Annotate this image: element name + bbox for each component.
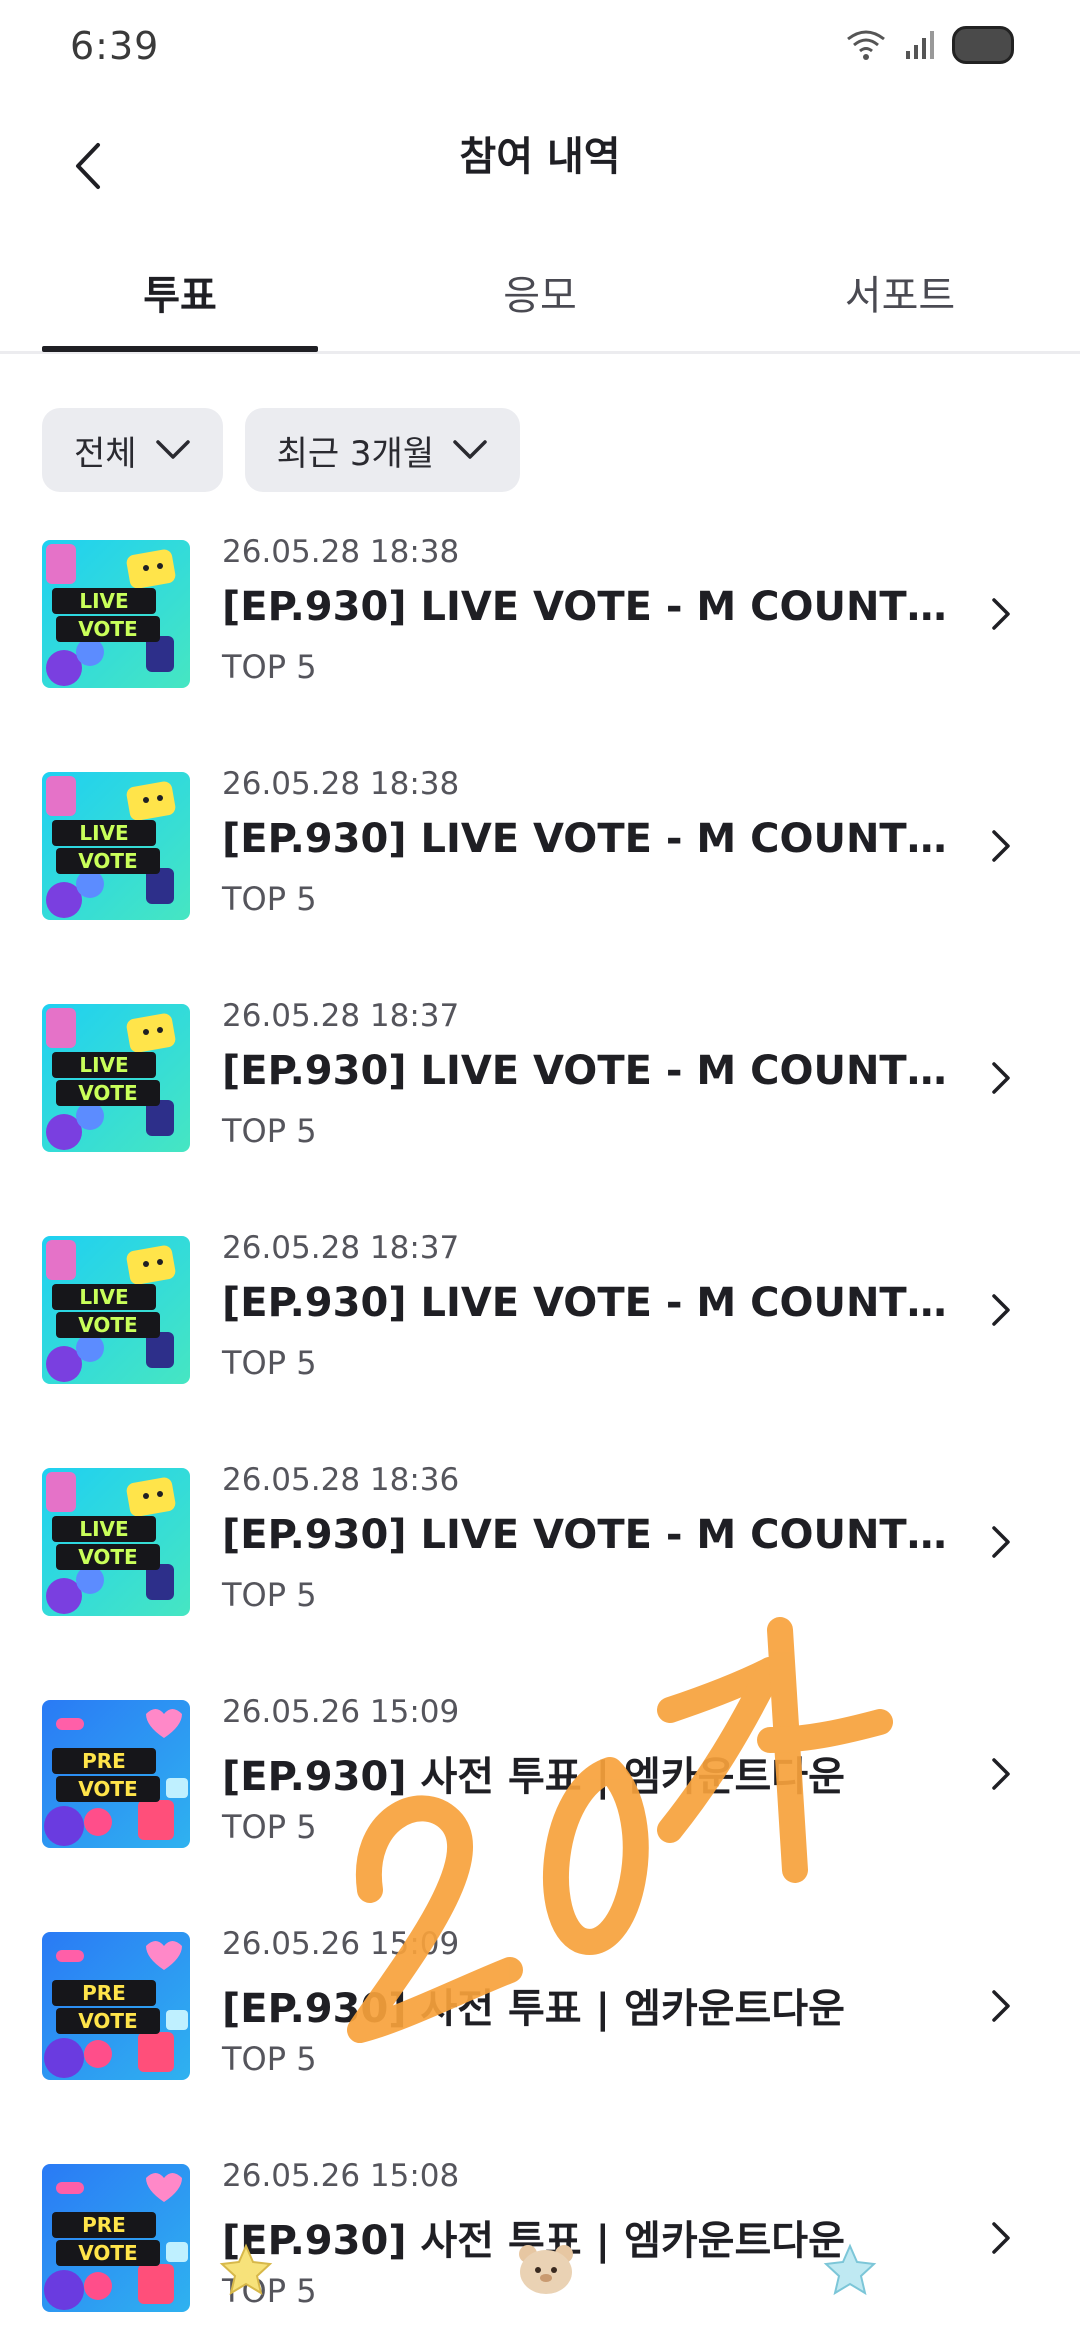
item-date: 26.05.28 18:36 (222, 1462, 460, 1498)
page-title: 참여 내역 (459, 134, 621, 180)
thumbnail-label: PRE (82, 1981, 126, 2005)
list-item[interactable]: LIVE VOTE 26.05.28 18:36 [EP.930] LIVE V… (0, 1446, 1080, 1678)
thumbnail-label: PRE (82, 2213, 126, 2237)
item-title: [EP.930] LIVE VOTE - M COUNTDO... (222, 584, 952, 630)
status-icons (846, 26, 1014, 64)
thumbnail-label: VOTE (78, 1777, 137, 1801)
item-date: 26.05.26 15:09 (222, 1926, 460, 1962)
live-vote-thumbnail: LIVE VOTE (42, 1468, 190, 1616)
list-item[interactable]: LIVE VOTE 26.05.28 18:38 [EP.930] LIVE V… (0, 750, 1080, 982)
signal-icon (906, 31, 934, 59)
item-title: [EP.930] 사전 투표 | 엠카운트다운 (222, 1754, 845, 1800)
chevron-right-icon (992, 1990, 1010, 2022)
item-rank: TOP 5 (222, 2040, 317, 2078)
pre-vote-thumbnail: PRE VOTE (42, 1932, 190, 2080)
chevron-right-icon (992, 1294, 1010, 1326)
thumbnail-label: VOTE (78, 849, 137, 873)
list-item[interactable]: LIVE VOTE 26.05.28 18:37 [EP.930] LIVE V… (0, 1214, 1080, 1446)
thumbnail-label: VOTE (78, 1313, 137, 1337)
thumbnail-label: LIVE (79, 1517, 128, 1541)
thumbnail-label: VOTE (78, 1545, 137, 1569)
tab-support[interactable]: 서포트 (762, 230, 1038, 354)
tab-indicator (42, 346, 318, 352)
chevron-down-icon (453, 440, 487, 459)
thumbnail-label: VOTE (78, 1081, 137, 1105)
chevron-right-icon (992, 1062, 1010, 1094)
item-date: 26.05.28 18:37 (222, 998, 460, 1034)
item-title: [EP.930] LIVE VOTE - M COUNTDO... (222, 1512, 952, 1558)
bear-icon[interactable] (514, 2240, 578, 2296)
vote-history-list: LIVE VOTE 26.05.28 18:38 [EP.930] LIVE V… (0, 518, 1080, 2340)
tab-vote[interactable]: 투표 (42, 230, 318, 354)
chevron-down-icon (155, 440, 190, 459)
app-header: 참여 내역 (0, 96, 1080, 246)
item-title: [EP.930] LIVE VOTE - M COUNTDO... (222, 816, 952, 862)
live-vote-thumbnail: LIVE VOTE (42, 772, 190, 920)
filter-category-label: 전체 (74, 433, 137, 474)
item-date: 26.05.28 18:37 (222, 1230, 460, 1266)
filter-category-dropdown[interactable]: 전체 (42, 408, 223, 492)
item-date: 26.05.26 15:09 (222, 1694, 460, 1730)
item-rank: TOP 5 (222, 1808, 317, 1846)
item-date: 26.05.28 18:38 (222, 766, 460, 802)
filter-period-label: 최근 3개월 (276, 433, 435, 474)
thumbnail-label: VOTE (78, 617, 137, 641)
item-date: 26.05.28 18:38 (222, 534, 460, 570)
item-rank: TOP 5 (222, 648, 317, 686)
chevron-right-icon (992, 598, 1010, 630)
item-date: 26.05.26 15:08 (222, 2158, 460, 2194)
list-item[interactable]: PRE VOTE 26.05.26 15:09 [EP.930] 사전 투표 |… (0, 1910, 1080, 2142)
live-vote-thumbnail: LIVE VOTE (42, 540, 190, 688)
item-title: [EP.930] LIVE VOTE - M COUNTDO... (222, 1280, 952, 1326)
tab-bar: 투표 응모 서포트 (0, 230, 1080, 354)
bottom-floating-icons (0, 2240, 1080, 2320)
item-rank: TOP 5 (222, 1344, 317, 1382)
thumbnail-label: LIVE (79, 1053, 128, 1077)
list-item[interactable]: LIVE VOTE 26.05.28 18:38 [EP.930] LIVE V… (0, 518, 1080, 750)
wifi-icon (847, 30, 885, 60)
live-vote-thumbnail: LIVE VOTE (42, 1236, 190, 1384)
pre-vote-thumbnail: PRE VOTE (42, 1700, 190, 1848)
live-vote-thumbnail: LIVE VOTE (42, 1004, 190, 1152)
status-time: 6:39 (70, 24, 160, 68)
item-title: [EP.930] LIVE VOTE - M COUNTDO... (222, 1048, 952, 1094)
list-item[interactable]: PRE VOTE 26.05.26 15:09 [EP.930] 사전 투표 |… (0, 1678, 1080, 1910)
item-title: [EP.930] 사전 투표 | 엠카운트다운 (222, 1986, 845, 2032)
status-bar: 6:39 (0, 0, 1080, 96)
star-icon[interactable] (216, 2240, 276, 2300)
filter-bar: 전체 최근 3개월 (42, 408, 521, 492)
thumbnail-label: LIVE (79, 1285, 128, 1309)
thumbnail-label: LIVE (79, 589, 128, 613)
thumbnail-label: LIVE (79, 821, 128, 845)
chevron-right-icon (992, 1526, 1010, 1558)
tab-apply[interactable]: 응모 (402, 230, 678, 354)
item-rank: TOP 5 (222, 1576, 317, 1614)
list-item[interactable]: LIVE VOTE 26.05.28 18:37 [EP.930] LIVE V… (0, 982, 1080, 1214)
battery-icon (952, 26, 1014, 64)
chevron-right-icon (992, 1758, 1010, 1790)
star-outline-icon[interactable] (820, 2240, 880, 2300)
item-rank: TOP 5 (222, 1112, 317, 1150)
thumbnail-label: PRE (82, 1749, 126, 1773)
chevron-right-icon (992, 830, 1010, 862)
filter-period-dropdown[interactable]: 최근 3개월 (244, 408, 521, 492)
thumbnail-label: VOTE (78, 2009, 137, 2033)
item-rank: TOP 5 (222, 880, 317, 918)
